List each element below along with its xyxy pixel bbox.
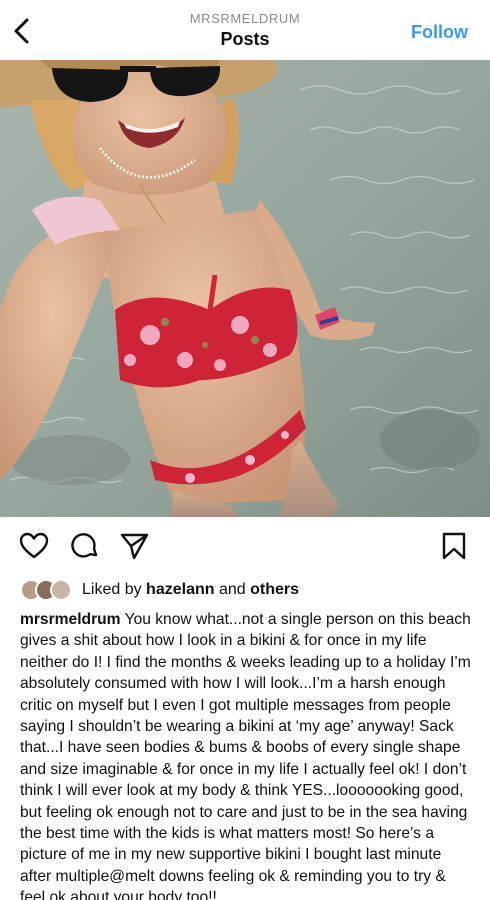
post-photo[interactable] <box>0 60 490 517</box>
heart-icon[interactable] <box>18 530 50 567</box>
liker-avatars <box>20 578 76 602</box>
post-caption: mrsrmeldrum You know what...not a single… <box>20 609 475 900</box>
liker-username[interactable]: hazelann <box>146 581 214 598</box>
avatar <box>50 579 72 601</box>
caption-text: You know what...not a single person on t… <box>20 611 471 900</box>
likes-row[interactable]: Liked by hazelann and others <box>20 578 299 602</box>
share-icon[interactable] <box>118 530 150 567</box>
action-bar <box>0 530 490 564</box>
likes-connector: and <box>218 581 246 598</box>
likes-others-link[interactable]: others <box>250 581 299 598</box>
caption-username[interactable]: mrsrmeldrum <box>20 611 121 628</box>
comment-icon[interactable] <box>69 530 101 567</box>
likes-summary: Liked by hazelann and others <box>82 581 299 599</box>
top-bar: MRSRMELDRUM Posts Follow <box>0 0 490 60</box>
bookmark-icon[interactable] <box>440 530 468 567</box>
follow-button[interactable]: Follow <box>411 22 468 43</box>
likes-prefix: Liked by <box>82 581 142 598</box>
